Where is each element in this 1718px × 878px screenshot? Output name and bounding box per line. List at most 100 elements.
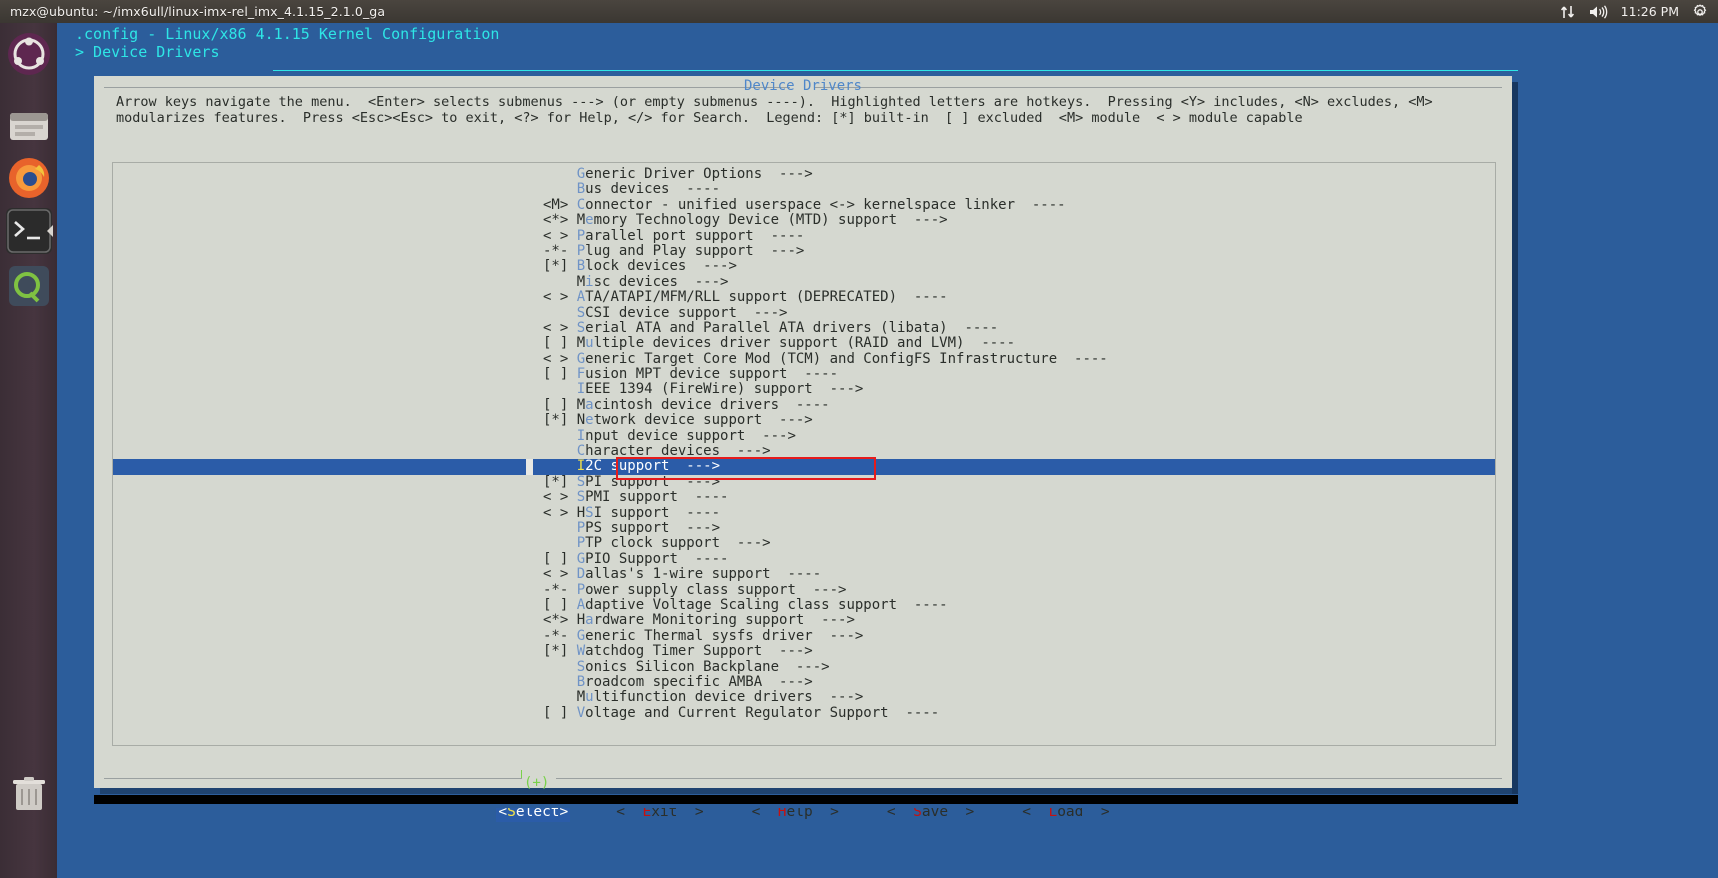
menu-item[interactable]: < > Serial ATA and Parallel ATA drivers …	[113, 319, 1495, 336]
menu-item-state: -*-	[543, 627, 577, 644]
menu-item-state	[543, 274, 577, 290]
menu-item[interactable]: Input device support --->	[113, 427, 1495, 444]
menu-item-hotkey: A	[576, 596, 586, 613]
menu-item-label: ltiple devices driver support (RAID and …	[593, 335, 1016, 352]
clock-label[interactable]: 11:26 PM	[1621, 4, 1679, 19]
volume-icon[interactable]	[1589, 4, 1608, 19]
menu-item[interactable]: -*- Plug and Play support --->	[113, 243, 1495, 259]
menu-item-state: < >	[543, 319, 577, 336]
menu-item[interactable]: Misc devices --->	[113, 273, 1495, 290]
bottom-rule-left	[104, 778, 522, 779]
menu-item-hotkey: G	[576, 550, 586, 567]
menu-item[interactable]: IEEE 1394 (FireWire) support --->	[113, 382, 1495, 397]
terminal-window[interactable]: .config - Linux/x86 4.1.15 Kernel Config…	[57, 23, 1718, 878]
menu-item[interactable]: [ ] Fusion MPT device support ----	[113, 366, 1495, 383]
menu-item-hotkey: F	[576, 366, 586, 383]
menu-item[interactable]: SCSI device support --->	[113, 304, 1495, 321]
menu-item[interactable]: < > Parallel port support ----	[113, 228, 1495, 244]
window-title: mzx@ubuntu: ~/imx6ull/linux-imx-rel_imx_…	[10, 4, 386, 19]
menu-item-label: onics Silicon Backplane --->	[585, 658, 830, 675]
menu-item-label: PIO Support ----	[585, 550, 729, 567]
menu-item-label: haracter devices --->	[585, 443, 771, 460]
menu-item-hotkey: V	[576, 704, 586, 721]
menu-item-label: M	[576, 273, 586, 290]
menu-item-label: PI support --->	[585, 473, 721, 490]
menu-item-label: nput device support --->	[585, 427, 796, 444]
menu-item-state: [ ]	[543, 596, 577, 613]
dialog-shadow	[1512, 82, 1518, 794]
menu-item-label: mory Technology Device (MTD) support ---…	[593, 212, 948, 229]
sidebar-item-qt-creator[interactable]	[6, 263, 52, 309]
menu-item-label: onnector - unified userspace <-> kernels…	[585, 196, 1066, 213]
menu-item[interactable]: Broadcom specific AMBA --->	[113, 673, 1495, 690]
sidebar-item-terminal[interactable]	[6, 208, 53, 254]
menu-item-hotkey: P	[576, 519, 586, 536]
menu-item-label: M	[576, 212, 586, 229]
menu-item-state: < >	[543, 289, 577, 306]
menuconfig-header-title: .config - Linux/x86 4.1.15 Kernel Config…	[75, 25, 500, 43]
menu-item[interactable]: <M> Connector - unified userspace <-> ke…	[113, 196, 1495, 213]
scroll-tick	[521, 770, 522, 778]
menu-item-label: ower supply class support --->	[585, 581, 847, 598]
sidebar-item-ubuntu-dash[interactable]	[6, 31, 52, 77]
menu-item[interactable]: PPS support --->	[113, 519, 1495, 536]
menu-item-label: eneric Target Core Mod (TCM) and ConfigF…	[585, 350, 1108, 367]
menu-item[interactable]: Bus devices ----	[113, 182, 1495, 197]
menu-item[interactable]: I2C support --->	[113, 457, 1495, 481]
sidebar-item-files[interactable]	[6, 103, 52, 149]
menu-item-hotkey: S	[576, 304, 586, 321]
menu-item-label: rdware Monitoring support --->	[593, 612, 855, 629]
menu-item-state: [ ]	[543, 366, 577, 383]
menu-item[interactable]: < > ATA/ATAPI/MFM/RLL support (DEPRECATE…	[113, 289, 1495, 306]
menu-item-state: <*>	[543, 212, 577, 229]
menu-item[interactable]: PTP clock support --->	[113, 536, 1495, 551]
menu-item-state: [ ]	[543, 704, 577, 721]
menu-item[interactable]: <*> Memory Technology Device (MTD) suppo…	[113, 212, 1495, 229]
menu-item-label: EEE 1394 (FireWire) support --->	[585, 381, 864, 398]
menu-item[interactable]: [*] Block devices --->	[113, 259, 1495, 274]
menu-item-label: usion MPT device support ----	[585, 366, 839, 383]
menu-item-hotkey: G	[576, 627, 586, 644]
menu-item-hotkey: C	[576, 196, 586, 213]
menu-item-label: us devices ----	[585, 181, 721, 198]
menu-item[interactable]: -*- Generic Thermal sysfs driver --->	[113, 627, 1495, 644]
menu-item[interactable]: Sonics Silicon Backplane --->	[113, 658, 1495, 675]
menu-item-label: sc devices --->	[593, 273, 729, 290]
menu-item-label: cintosh device drivers ----	[593, 396, 830, 413]
menu-list-box[interactable]: Generic Driver Options ---> Bus devices …	[112, 162, 1496, 746]
menu-item[interactable]: [ ] GPIO Support ----	[113, 550, 1495, 567]
menu-item[interactable]: <*> Hardware Monitoring support --->	[113, 613, 1495, 628]
sidebar-item-firefox[interactable]	[6, 155, 52, 201]
menu-item-hotkey: I	[576, 458, 586, 475]
menu-item[interactable]: [ ] Macintosh device drivers ----	[113, 396, 1495, 413]
menu-item-hotkey: I	[576, 427, 586, 444]
menu-item[interactable]: -*- Power supply class support --->	[113, 581, 1495, 598]
menu-list[interactable]: Generic Driver Options ---> Bus devices …	[113, 166, 1495, 721]
menu-item-label: M	[576, 396, 586, 413]
menu-item[interactable]: [ ] Adaptive Voltage Scaling class suppo…	[113, 596, 1495, 613]
menu-item[interactable]: [ ] Voltage and Current Regulator Suppor…	[113, 704, 1495, 721]
menu-item[interactable]: < > SPMI support ----	[113, 490, 1495, 505]
terminal-bottom-bar	[94, 795, 1518, 804]
menu-item[interactable]: Multifunction device drivers --->	[113, 690, 1495, 705]
menu-item[interactable]: [*] Network device support --->	[113, 413, 1495, 428]
selection-cursor	[520, 459, 540, 475]
menu-item[interactable]: [*] Watchdog Timer Support --->	[113, 643, 1495, 659]
menu-item-state	[543, 381, 577, 397]
qt-creator-icon	[9, 266, 49, 306]
gear-icon[interactable]	[1692, 3, 1708, 20]
menu-item[interactable]: [*] SPI support --->	[113, 473, 1495, 490]
menu-item-hotkey: B	[576, 673, 586, 690]
sidebar-item-trash[interactable]	[6, 771, 52, 817]
menu-item[interactable]: Generic Driver Options --->	[113, 166, 1495, 182]
menu-item-state	[543, 689, 577, 705]
menu-item[interactable]: < > Generic Target Core Mod (TCM) and Co…	[113, 350, 1495, 367]
menu-item-label: M	[576, 335, 586, 352]
network-updown-icon[interactable]	[1560, 5, 1576, 19]
menu-item[interactable]: < > HSI support ----	[113, 505, 1495, 521]
menu-item[interactable]: [ ] Multiple devices driver support (RAI…	[113, 336, 1495, 351]
menu-item[interactable]: Character devices --->	[113, 443, 1495, 460]
menu-item-hotkey: S	[576, 319, 586, 336]
menu-item[interactable]: < > Dallas's 1-wire support ----	[113, 566, 1495, 582]
menu-item-hotkey: G	[576, 350, 586, 367]
